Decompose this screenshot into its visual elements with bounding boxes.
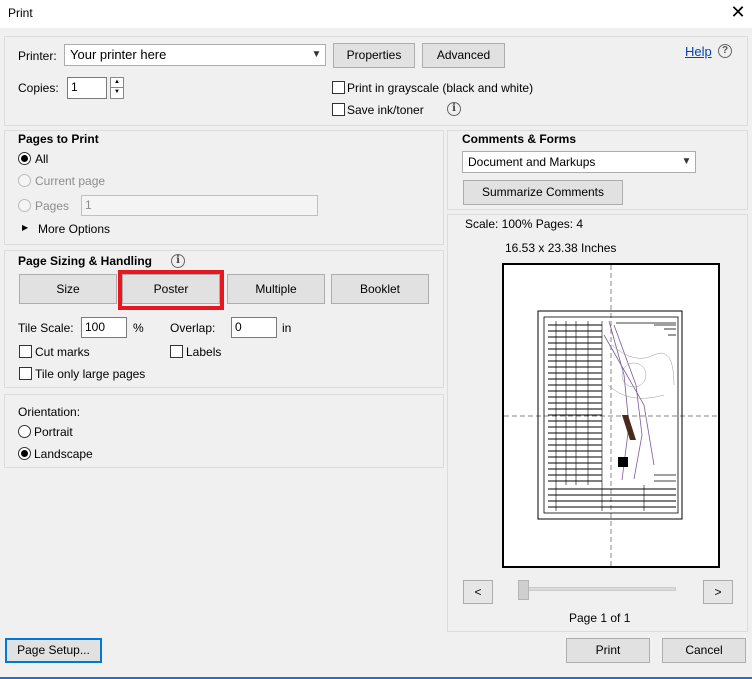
title-bar — [0, 0, 752, 28]
comments-select[interactable]: Document and Markups ▼ — [462, 151, 696, 173]
poster-highlight-box — [118, 270, 224, 310]
pages-radio[interactable] — [18, 199, 31, 212]
page-setup-button[interactable]: Page Setup... — [5, 638, 102, 663]
chevron-down-icon: ▼ — [307, 45, 325, 65]
pages-label: Pages — [35, 199, 70, 213]
window-title: Print — [8, 6, 33, 20]
copies-label: Copies: — [18, 81, 59, 95]
landscape-radio[interactable] — [18, 447, 31, 460]
grayscale-checkbox[interactable] — [332, 81, 345, 94]
print-button[interactable]: Print — [566, 638, 650, 663]
orientation-heading: Orientation: — [18, 405, 81, 419]
labels-label: Labels — [186, 345, 222, 359]
all-label: All — [35, 152, 49, 166]
page-slider-track[interactable] — [518, 587, 676, 591]
landscape-label: Landscape — [34, 447, 93, 461]
current-page-radio[interactable] — [18, 174, 31, 187]
tile-large-checkbox[interactable] — [19, 367, 32, 380]
advanced-button[interactable]: Advanced — [422, 43, 505, 68]
tile-scale-label: Tile Scale: — [18, 321, 74, 335]
overlap-unit-label: in — [282, 321, 292, 335]
preview-drawing — [504, 265, 718, 566]
more-options-toggle[interactable]: More Options — [38, 222, 110, 236]
info-icon[interactable]: i — [171, 254, 185, 268]
tile-scale-input[interactable]: 100 — [81, 317, 127, 338]
printer-select[interactable]: Your printer here ▼ — [64, 44, 326, 66]
page-indicator: Page 1 of 1 — [569, 611, 631, 625]
next-page-button[interactable]: > — [703, 580, 733, 604]
portrait-label: Portrait — [34, 425, 73, 439]
stepper-down-icon[interactable]: ▼ — [110, 88, 124, 99]
size-tab[interactable]: Size — [19, 274, 117, 304]
pages-to-print-heading: Pages to Print — [18, 132, 99, 146]
comments-heading: Comments & Forms — [462, 132, 577, 146]
save-ink-checkbox[interactable] — [332, 103, 345, 116]
pages-range-input[interactable]: 1 — [81, 195, 318, 216]
cancel-button[interactable]: Cancel — [662, 638, 746, 663]
expand-triangle-icon[interactable]: ▶ — [22, 223, 28, 232]
printer-label: Printer: — [18, 49, 57, 63]
scale-pages-text: Scale: 100% Pages: 4 — [465, 217, 584, 231]
multiple-tab[interactable]: Multiple — [227, 274, 325, 304]
stepper-up-icon[interactable]: ▲ — [110, 77, 124, 88]
percent-label: % — [133, 321, 144, 335]
all-radio[interactable] — [18, 152, 31, 165]
help-icon[interactable]: ? — [718, 44, 732, 58]
comments-value: Document and Markups — [468, 155, 596, 169]
summarize-comments-button[interactable]: Summarize Comments — [463, 180, 623, 205]
current-page-label: Current page — [35, 174, 106, 188]
copies-input[interactable]: 1 — [67, 77, 107, 99]
printer-value: Your printer here — [70, 47, 167, 62]
portrait-radio[interactable] — [18, 425, 31, 438]
info-icon[interactable]: i — [447, 102, 461, 116]
tile-large-label: Tile only large pages — [35, 367, 146, 381]
chevron-down-icon: ▼ — [677, 152, 695, 172]
cut-marks-label: Cut marks — [35, 345, 90, 359]
overlap-label: Overlap: — [170, 321, 216, 335]
properties-button[interactable]: Properties — [333, 43, 415, 68]
grayscale-label: Print in grayscale (black and white) — [347, 81, 534, 95]
save-ink-label: Save ink/toner — [347, 103, 424, 117]
booklet-tab[interactable]: Booklet — [331, 274, 429, 304]
page-sizing-heading: Page Sizing & Handling — [18, 254, 153, 268]
paper-size-text: 16.53 x 23.38 Inches — [505, 241, 617, 255]
close-icon[interactable]: ✕ — [728, 2, 748, 22]
overlap-input[interactable]: 0 — [231, 317, 277, 338]
copies-stepper[interactable]: ▲ ▼ — [110, 77, 124, 99]
labels-checkbox[interactable] — [170, 345, 183, 358]
page-slider-thumb[interactable] — [518, 580, 529, 600]
help-link[interactable]: Help — [685, 44, 712, 59]
cut-marks-checkbox[interactable] — [19, 345, 32, 358]
prev-page-button[interactable]: < — [463, 580, 493, 604]
